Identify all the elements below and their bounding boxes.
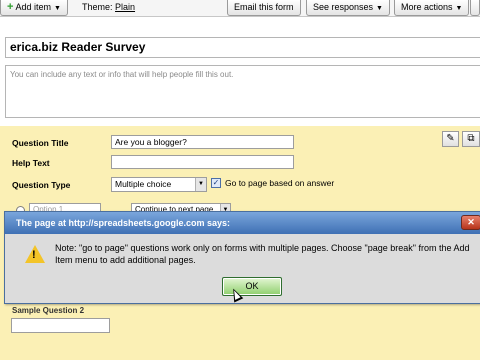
chevron-down-icon: ▼ — [376, 5, 383, 12]
help-text-input[interactable] — [111, 155, 294, 169]
sample-question-input[interactable] — [11, 318, 110, 333]
see-responses-button[interactable]: See responses ▼ — [306, 0, 390, 16]
dialog-message: Note: "go to page" questions work only o… — [55, 243, 470, 265]
chevron-down-icon: ▼ — [53, 5, 61, 12]
add-item-button[interactable]: + Add item ▼ — [0, 0, 68, 16]
form-title-input[interactable]: erica.biz Reader Survey — [5, 37, 480, 58]
chevron-down-icon: ▼ — [195, 178, 206, 191]
edit-pencil-icon[interactable]: ✎ — [442, 131, 459, 147]
chevron-down-icon: ▼ — [455, 5, 463, 12]
plus-icon: + — [7, 1, 14, 13]
question-title-label: Question Title — [12, 138, 69, 148]
dialog-title: The page at http://spreadsheets.google.c… — [5, 212, 480, 234]
toolbar: + Add item ▼ Theme: Plain Email this form … — [0, 0, 480, 17]
alert-dialog: The page at http://spreadsheets.google.c… — [4, 211, 480, 304]
theme-selector[interactable]: Theme: Plain — [82, 0, 135, 16]
help-text-label: Help Text — [12, 158, 50, 168]
question-type-label: Question Type — [12, 180, 71, 190]
theme-link[interactable]: Plain — [115, 2, 135, 12]
sample-question-label: Sample Question 2 — [12, 306, 85, 315]
form-description-input[interactable]: You can include any text or info that wi… — [5, 65, 480, 118]
duplicate-icon[interactable]: ⧉ — [462, 131, 480, 147]
goto-page-checkbox[interactable]: ✓ — [211, 178, 221, 188]
toolbar-overflow-button[interactable] — [470, 0, 480, 16]
goto-page-label: Go to page based on answer — [225, 178, 335, 188]
email-form-button[interactable]: Email this form — [227, 0, 301, 16]
close-icon[interactable]: ✕ — [461, 215, 480, 230]
question-title-input[interactable]: Are you a blogger? — [111, 135, 294, 149]
more-actions-button[interactable]: More actions ▼ — [394, 0, 470, 16]
warning-icon: ! — [25, 245, 45, 263]
question-type-select[interactable]: Multiple choice ▼ — [111, 177, 207, 192]
